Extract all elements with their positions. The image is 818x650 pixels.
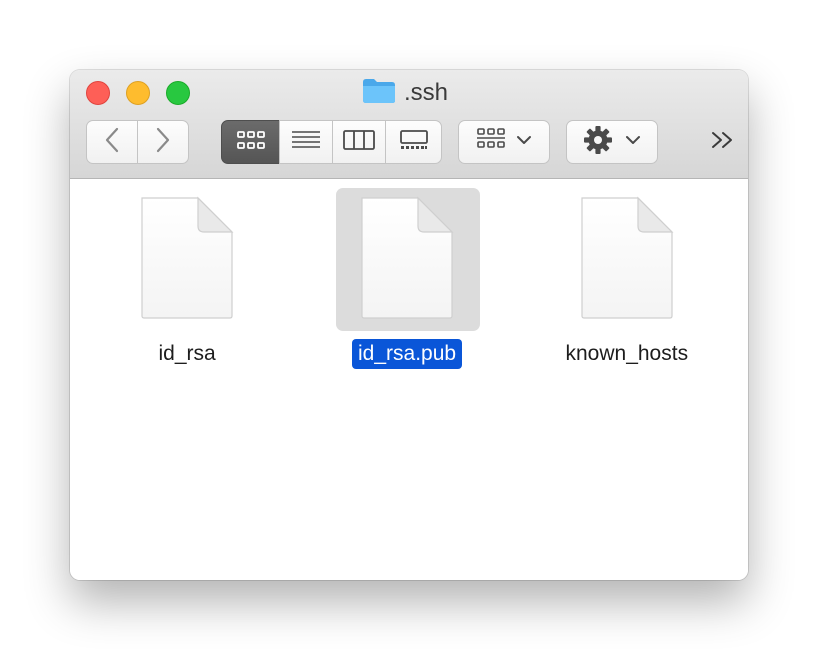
folder-icon (362, 78, 396, 109)
document-icon (360, 196, 454, 325)
column-view-button[interactable] (332, 120, 386, 164)
list-view-button[interactable] (279, 120, 333, 164)
list-icon (291, 129, 321, 156)
back-button[interactable] (86, 120, 138, 164)
group-grid-icon (476, 127, 506, 158)
grid-icon (236, 129, 266, 156)
gear-icon (583, 125, 613, 160)
file-name-label: id_rsa (158, 342, 216, 365)
zoom-button[interactable] (166, 81, 190, 105)
document-icon (140, 196, 234, 325)
chevron-down-icon (625, 133, 641, 151)
double-chevron-right-icon (710, 130, 736, 155)
gallery-icon (399, 129, 429, 156)
group-by-button[interactable] (458, 120, 550, 164)
forward-button[interactable] (137, 120, 189, 164)
columns-icon (343, 129, 375, 156)
chevron-left-icon (104, 127, 120, 158)
close-button[interactable] (86, 81, 110, 105)
icon-view-button[interactable] (221, 120, 280, 164)
gallery-view-button[interactable] (385, 120, 442, 164)
file-name-label: known_hosts (565, 342, 689, 365)
document-icon (580, 196, 674, 325)
toolbar-overflow-button[interactable] (708, 128, 738, 156)
titlebar: .ssh (70, 70, 748, 179)
chevron-right-icon (155, 127, 171, 158)
file-name-label: id_rsa.pub (352, 339, 463, 369)
minimize-button[interactable] (126, 81, 150, 105)
window-title: .ssh (362, 78, 448, 108)
action-button[interactable] (566, 120, 658, 164)
finder-window: .ssh id_rsa id_rsa.pub known_hosts (70, 70, 748, 580)
chevron-down-icon (516, 133, 532, 151)
file-browser-content: id_rsa id_rsa.pub known_hosts (70, 179, 748, 580)
window-title-text: .ssh (404, 79, 449, 106)
